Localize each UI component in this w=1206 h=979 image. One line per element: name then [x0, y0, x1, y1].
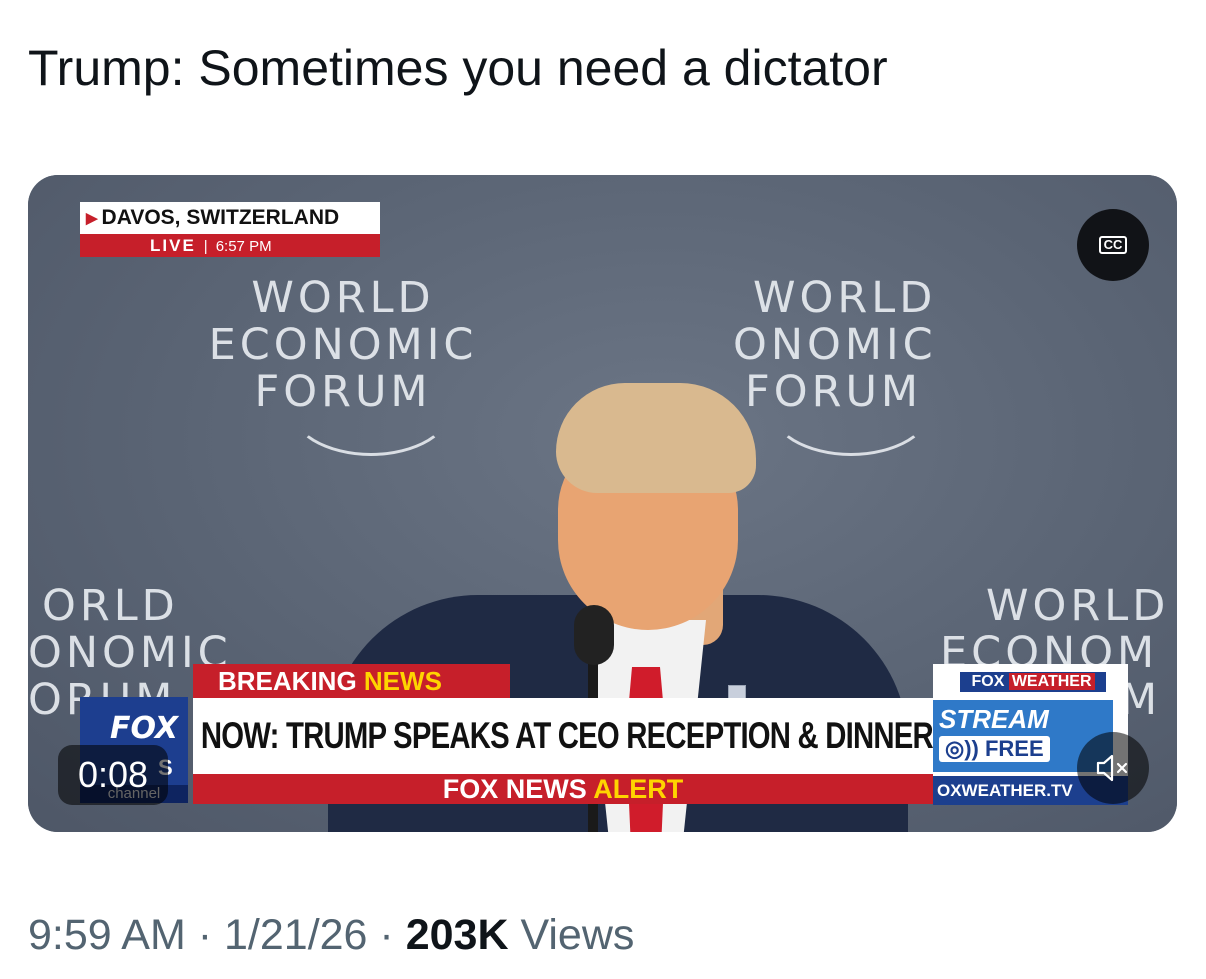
- fox-news-alert-bar: FOX NEWS ALERT: [193, 774, 933, 804]
- meta-separator: ·: [197, 911, 213, 959]
- post-text: Trump: Sometimes you need a dictator: [28, 40, 888, 96]
- closed-captions-icon: CC: [1098, 236, 1128, 254]
- play-triangle-icon: ▶: [86, 210, 98, 227]
- free-badge: ◎)) FREE: [939, 736, 1050, 762]
- views-count: 203K: [405, 911, 509, 959]
- live-time: 6:57 PM: [215, 238, 272, 255]
- wef-arc-right: [768, 355, 934, 456]
- live-separator: |: [203, 238, 208, 255]
- mute-button[interactable]: [1077, 732, 1149, 804]
- chyron-headline: NOW: TRUMP SPEAKS AT CEO RECEPTION & DIN…: [193, 698, 934, 774]
- meta-separator: ·: [379, 911, 394, 959]
- speaker-hair: [556, 383, 756, 493]
- location-bug: ▶ DAVOS, SWITZERLAND LIVE | 6:57 PM: [80, 202, 380, 257]
- wef-arc-center: [288, 355, 454, 456]
- live-strip: LIVE | 6:57 PM: [80, 234, 380, 257]
- microphone-icon: [574, 605, 614, 665]
- post-metadata: 9:59 AM · 1/21/26 · 203K Views: [28, 908, 634, 962]
- post-date[interactable]: 1/21/26: [224, 911, 367, 959]
- mute-icon: [1096, 754, 1128, 782]
- video-elapsed-time: 0:08: [58, 745, 168, 805]
- views-label: Views: [520, 911, 635, 959]
- live-label: LIVE: [150, 236, 196, 255]
- breaking-news-banner: BREAKING NEWS: [193, 664, 510, 698]
- closed-captions-button[interactable]: CC: [1077, 209, 1149, 281]
- video-player[interactable]: WORLD ECONOMIC FORUM WORLD ONOMIC FORUM …: [28, 175, 1177, 832]
- location-label: ▶ DAVOS, SWITZERLAND: [80, 202, 380, 234]
- post-time[interactable]: 9:59 AM: [28, 911, 186, 959]
- fox-weather-logo: FOX WEATHER: [960, 672, 1106, 692]
